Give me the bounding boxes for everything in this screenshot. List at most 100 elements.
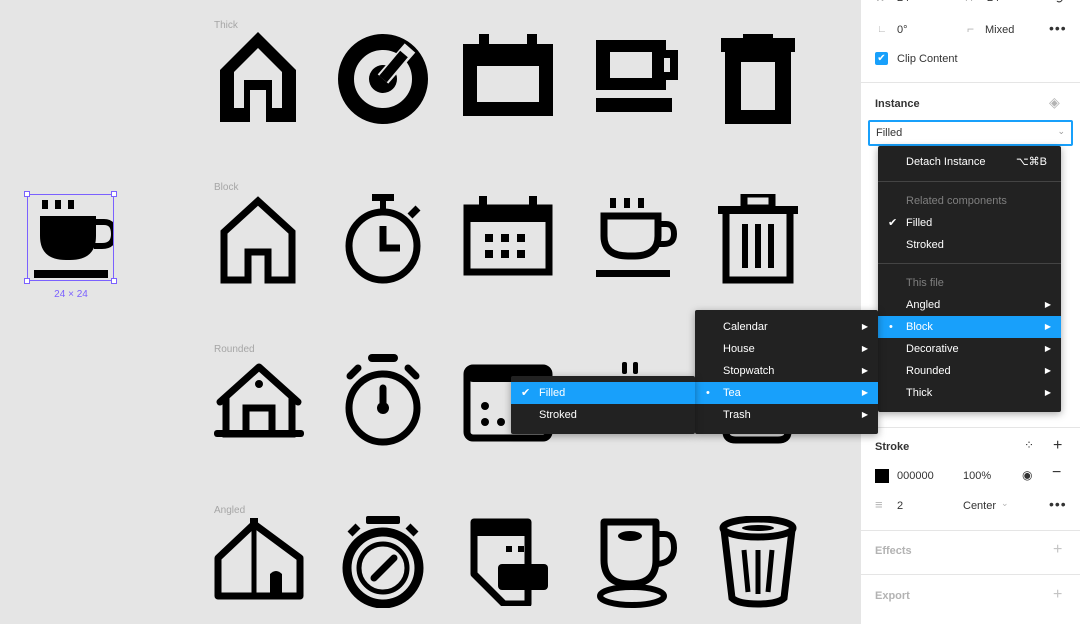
stroke-weight-icon: ≡ [875,497,883,512]
resize-handle[interactable] [111,278,117,284]
add-effect-icon[interactable]: + [1053,542,1062,558]
menu-item-stroked[interactable]: Stroked [878,234,1061,256]
resize-handle[interactable] [24,278,30,284]
frame-size-label: 24 × 24 [54,289,88,300]
submenu-item-tea[interactable]: • Tea ▶ [695,382,878,404]
submenu-arrow-icon: ▶ [1044,300,1051,309]
stroke-align-select[interactable]: Center [963,500,996,512]
block-submenu: Calendar ▶ House ▶ Stopwatch ▶ • Tea ▶ T… [695,310,878,434]
stopwatch-icon[interactable] [338,34,428,124]
menu-item-label: Rounded [906,365,951,377]
menu-separator [878,181,1061,182]
menu-item-label: Filled [906,217,933,229]
more-options-icon[interactable]: ••• [1049,20,1067,36]
submenu-item-trash[interactable]: Trash ▶ [695,404,878,426]
menu-item-label: Stopwatch [723,365,775,377]
menu-item-label: House [723,343,755,355]
go-to-main-component-icon[interactable]: ◈ [1049,94,1060,111]
height-label: H [965,0,973,4]
instance-select[interactable]: Filled ⌄ [868,120,1073,146]
menu-header-label: This file [906,277,944,289]
submenu-item-house[interactable]: House ▶ [695,338,878,360]
submenu-item-filled[interactable]: ✔ Filled [511,382,695,404]
stroke-color-swatch[interactable] [875,469,889,483]
resize-handle[interactable] [111,191,117,197]
calendar-icon[interactable] [463,196,553,276]
house-icon[interactable] [220,196,296,284]
stopwatch-icon[interactable] [344,194,424,284]
checkmark-icon: ✔ [521,387,531,399]
clip-content-label: Clip Content [897,53,958,65]
selection-box[interactable] [27,194,114,281]
stroke-color-value[interactable]: 000000 [897,470,934,482]
menu-item-label: Stroked [906,239,944,251]
tea-submenu: ✔ Filled Stroked [511,376,695,434]
menu-header-related: Related components [878,190,1061,212]
add-export-icon[interactable]: + [1053,587,1062,603]
row-label-angled: Angled [214,505,246,516]
height-value[interactable]: 24 [987,0,999,4]
menu-item-label: Angled [906,299,941,311]
submenu-item-calendar[interactable]: Calendar ▶ [695,316,878,338]
menu-item-label: Trash [723,409,751,421]
chevron-down-icon: ⌄ [1001,498,1009,508]
menu-item-label: Tea [723,387,741,399]
instance-select-value: Filled [876,127,903,139]
corner-radius-value[interactable]: Mixed [985,24,1014,36]
checkbox-icon[interactable]: ✔ [875,52,888,65]
chevron-down-icon: ⌄ [1057,126,1065,136]
house-icon[interactable] [214,518,304,600]
more-options-icon[interactable]: ••• [1049,496,1067,512]
house-icon[interactable] [220,32,296,122]
menu-item-label: Decorative [906,343,959,355]
add-stroke-icon[interactable]: + [1053,438,1062,454]
bullet-icon: • [889,321,893,333]
divider [861,82,1080,83]
rotation-value[interactable]: 0° [897,24,908,36]
tea-icon[interactable] [620,362,644,376]
menu-item-angled[interactable]: Angled ▶ [878,294,1061,316]
stroke-weight-value[interactable]: 2 [897,500,903,512]
calendar-icon[interactable] [463,34,553,116]
menu-item-rounded[interactable]: Rounded ▶ [878,360,1061,382]
submenu-arrow-icon: ▶ [1044,366,1051,375]
divider [861,530,1080,531]
menu-item-block[interactable]: • Block ▶ [878,316,1061,338]
width-label: W [875,0,885,4]
submenu-arrow-icon: ▶ [1044,388,1051,397]
width-value[interactable]: 24 [897,0,909,4]
resize-handle[interactable] [24,191,30,197]
submenu-arrow-icon: ▶ [861,344,868,353]
tea-icon[interactable] [596,516,680,608]
trash-icon[interactable] [721,34,795,124]
trash-icon[interactable] [718,516,798,608]
menu-item-decorative[interactable]: Decorative ▶ [878,338,1061,360]
style-grid-icon[interactable]: ⁘ [1024,438,1034,452]
menu-header-this-file: This file [878,272,1061,294]
menu-item-detach-instance[interactable]: Detach Instance ⌥⌘B [878,151,1061,173]
stroke-opacity-value[interactable]: 100% [963,470,991,482]
constrain-proportions-icon[interactable]: ⟲ [1053,0,1063,6]
menu-item-label: Filled [539,387,566,399]
stopwatch-icon[interactable] [340,516,426,608]
submenu-arrow-icon: ▶ [1044,322,1051,331]
eye-icon[interactable]: ◉ [1022,468,1032,482]
menu-item-thick[interactable]: Thick ▶ [878,382,1061,404]
rotation-icon: ∟ [877,24,887,35]
submenu-item-stopwatch[interactable]: Stopwatch ▶ [695,360,878,382]
trash-icon[interactable] [718,194,798,284]
house-icon[interactable] [214,362,304,438]
tea-icon[interactable] [596,198,678,280]
tea-icon[interactable] [596,40,678,114]
instance-section-title: Instance [875,98,920,110]
calendar-icon[interactable] [470,518,550,606]
stopwatch-icon[interactable] [342,354,424,446]
submenu-item-stroked[interactable]: Stroked [511,404,695,426]
checkmark-icon: ✔ [888,217,898,229]
stroke-section-title: Stroke [875,441,910,453]
menu-item-label: Block [906,321,933,333]
menu-header-label: Related components [906,195,1007,207]
menu-item-filled[interactable]: ✔ Filled [878,212,1061,234]
remove-stroke-icon[interactable]: − [1052,464,1061,482]
instance-swap-menu: Detach Instance ⌥⌘B Related components ✔… [878,146,1061,412]
